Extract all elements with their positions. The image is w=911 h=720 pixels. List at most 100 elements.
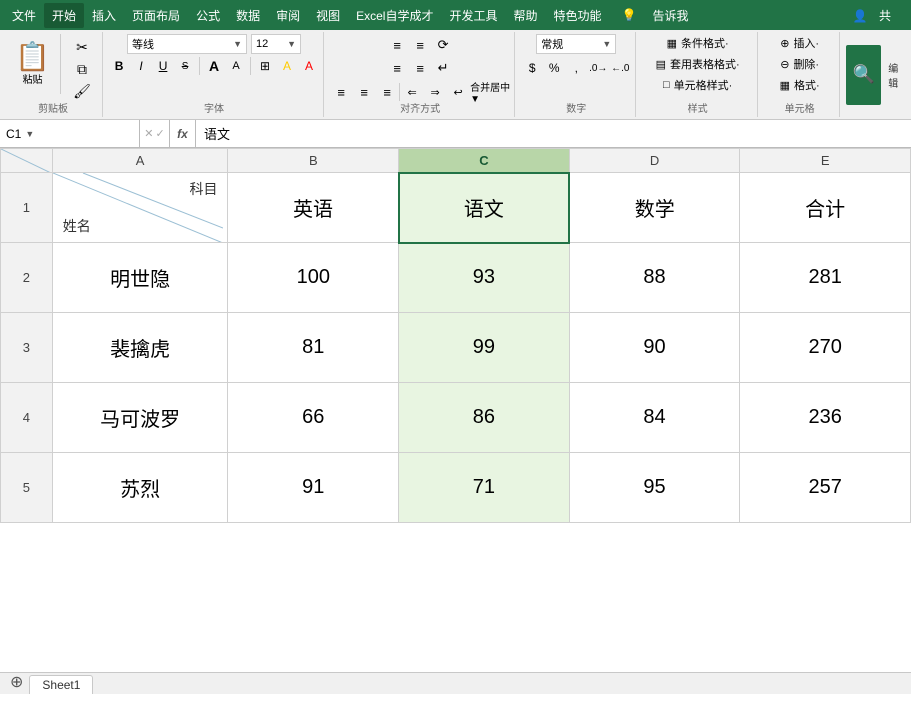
delete-icon: ⊖ xyxy=(780,58,789,71)
cell-b1[interactable]: 英语 xyxy=(228,173,399,243)
cell-a3[interactable]: 裴擒虎 xyxy=(52,313,228,383)
sheet-tab-1[interactable]: Sheet1 xyxy=(29,675,93,694)
menu-pagelayout[interactable]: 页面布局 xyxy=(124,3,188,28)
bold-button[interactable]: B xyxy=(109,56,129,76)
font-size-value: 12 xyxy=(256,38,268,50)
menu-developer[interactable]: 开发工具 xyxy=(441,3,505,28)
cell-e2[interactable]: 281 xyxy=(740,243,911,313)
cell-c4[interactable]: 86 xyxy=(399,383,570,453)
comma-btn[interactable]: , xyxy=(566,58,586,78)
font-size-selector[interactable]: 12 ▼ xyxy=(251,34,301,54)
menu-tellme[interactable]: 告诉我 xyxy=(644,3,696,28)
row-header-3[interactable]: 3 xyxy=(1,313,53,383)
cell-d4[interactable]: 84 xyxy=(569,383,740,453)
decrease-font-button[interactable]: A xyxy=(226,56,246,76)
percent-btn[interactable]: % xyxy=(544,58,564,78)
italic-button[interactable]: I xyxy=(131,56,151,76)
menu-data[interactable]: 数据 xyxy=(228,3,268,28)
increase-decimal-btn[interactable]: .0→ xyxy=(588,58,608,78)
cell-e3[interactable]: 270 xyxy=(740,313,911,383)
number-format-selector[interactable]: 常规 ▼ xyxy=(536,34,616,54)
row-header-5[interactable]: 5 xyxy=(1,453,53,523)
increase-font-button[interactable]: A xyxy=(204,56,224,76)
fill-color-button[interactable]: A xyxy=(277,56,297,76)
format-btn[interactable]: ▦ 格式· xyxy=(776,76,824,94)
underline-button[interactable]: U xyxy=(153,56,173,76)
menu-insert[interactable]: 插入 xyxy=(84,3,124,28)
cell-d1[interactable]: 数学 xyxy=(569,173,740,243)
menu-review[interactable]: 审阅 xyxy=(268,3,308,28)
search-button[interactable]: 🔍 xyxy=(846,45,881,105)
align-mid-center-btn[interactable]: ≡ xyxy=(409,57,431,79)
cell-a2[interactable]: 明世隐 xyxy=(52,243,228,313)
decrease-decimal-btn[interactable]: ←.0 xyxy=(610,58,630,78)
menu-view[interactable]: 视图 xyxy=(308,3,348,28)
table-style-btn[interactable]: ▤ 套用表格格式· xyxy=(652,55,744,73)
font-color-button[interactable]: A xyxy=(299,56,319,76)
cell-b4[interactable]: 66 xyxy=(228,383,399,453)
align-top-center-btn[interactable]: ≡ xyxy=(409,34,431,56)
col-header-e[interactable]: E xyxy=(740,149,911,173)
menu-formula[interactable]: 公式 xyxy=(188,3,228,28)
cell-a4[interactable]: 马可波罗 xyxy=(52,383,228,453)
cut-button[interactable]: ✂ xyxy=(67,38,97,57)
font-name-selector[interactable]: 等线 ▼ xyxy=(127,34,247,54)
menu-share[interactable]: 👤 共 xyxy=(845,3,907,28)
styles-label: 样式 xyxy=(688,100,708,115)
align-top-left-btn[interactable]: ≡ xyxy=(386,34,408,56)
cell-c2[interactable]: 93 xyxy=(399,243,570,313)
delete-btn[interactable]: ⊖ 删除· xyxy=(776,55,823,73)
align-top-right-btn[interactable]: ⟳ xyxy=(432,34,454,56)
row-header-1[interactable]: 1 xyxy=(1,173,53,243)
cell-a5[interactable]: 苏烈 xyxy=(52,453,228,523)
cell-e1[interactable]: 合计 xyxy=(740,173,911,243)
merge-center-btn[interactable]: 合并居中▼ xyxy=(470,81,510,103)
cell-b5[interactable]: 91 xyxy=(228,453,399,523)
row-header-4[interactable]: 4 xyxy=(1,383,53,453)
cell-c3[interactable]: 99 xyxy=(399,313,570,383)
menu-excel-learn[interactable]: Excel自学成才 xyxy=(348,3,441,28)
copy-button[interactable]: ⧉ xyxy=(67,60,97,79)
align-center-btn[interactable]: ≡ xyxy=(353,81,375,103)
table-row-4: 4 马可波罗 66 86 84 236 xyxy=(1,383,911,453)
col-header-d[interactable]: D xyxy=(569,149,740,173)
border-button[interactable]: ⊞ xyxy=(255,56,275,76)
wrap-text-btn[interactable]: ↩ xyxy=(447,81,469,103)
insert-btn[interactable]: ⊕ 插入· xyxy=(776,34,823,52)
strikethrough-button[interactable]: S xyxy=(175,56,195,76)
format-painter-button[interactable]: 🖌 xyxy=(67,82,97,101)
align-mid-right-btn[interactable]: ↵ xyxy=(432,57,454,79)
menu-file[interactable]: 文件 xyxy=(4,3,44,28)
cell-d3[interactable]: 90 xyxy=(569,313,740,383)
col-header-c[interactable]: C xyxy=(399,149,570,173)
align-right-btn[interactable]: ≡ xyxy=(376,81,398,103)
col-header-b[interactable]: B xyxy=(228,149,399,173)
currency-btn[interactable]: $ xyxy=(522,58,542,78)
cancel-icon[interactable]: ✕ xyxy=(144,127,153,140)
menu-home[interactable]: 开始 xyxy=(44,3,84,28)
cell-e5[interactable]: 257 xyxy=(740,453,911,523)
conditional-format-btn[interactable]: ▦ 条件格式· xyxy=(663,34,733,52)
add-sheet-btn[interactable]: ⊕ xyxy=(4,670,29,694)
cell-reference-box[interactable]: C1 ▼ xyxy=(0,120,140,147)
cell-a1[interactable]: 科目 姓名 xyxy=(52,173,228,243)
cell-d2[interactable]: 88 xyxy=(569,243,740,313)
menu-help[interactable]: 帮助 xyxy=(506,3,546,28)
confirm-icon[interactable]: ✓ xyxy=(156,127,165,140)
cell-b3[interactable]: 81 xyxy=(228,313,399,383)
paste-button[interactable]: 📋 粘贴 xyxy=(9,41,56,88)
align-mid-left-btn[interactable]: ≡ xyxy=(386,57,408,79)
cell-b2[interactable]: 100 xyxy=(228,243,399,313)
font-label: 字体 xyxy=(204,100,224,115)
cell-e4[interactable]: 236 xyxy=(740,383,911,453)
col-header-a[interactable]: A xyxy=(52,149,228,173)
cell-d5[interactable]: 95 xyxy=(569,453,740,523)
align-left-btn[interactable]: ≡ xyxy=(330,81,352,103)
row-header-2[interactable]: 2 xyxy=(1,243,53,313)
cell-c1[interactable]: 语文 xyxy=(399,173,570,243)
cell-style-btn[interactable]: □ 单元格样式· xyxy=(659,76,736,94)
formula-input-display[interactable]: 语文 xyxy=(196,124,911,143)
cell-c5[interactable]: 71 xyxy=(399,453,570,523)
menu-special[interactable]: 特色功能 xyxy=(546,3,610,28)
function-wizard-btn[interactable]: fx xyxy=(170,120,196,147)
